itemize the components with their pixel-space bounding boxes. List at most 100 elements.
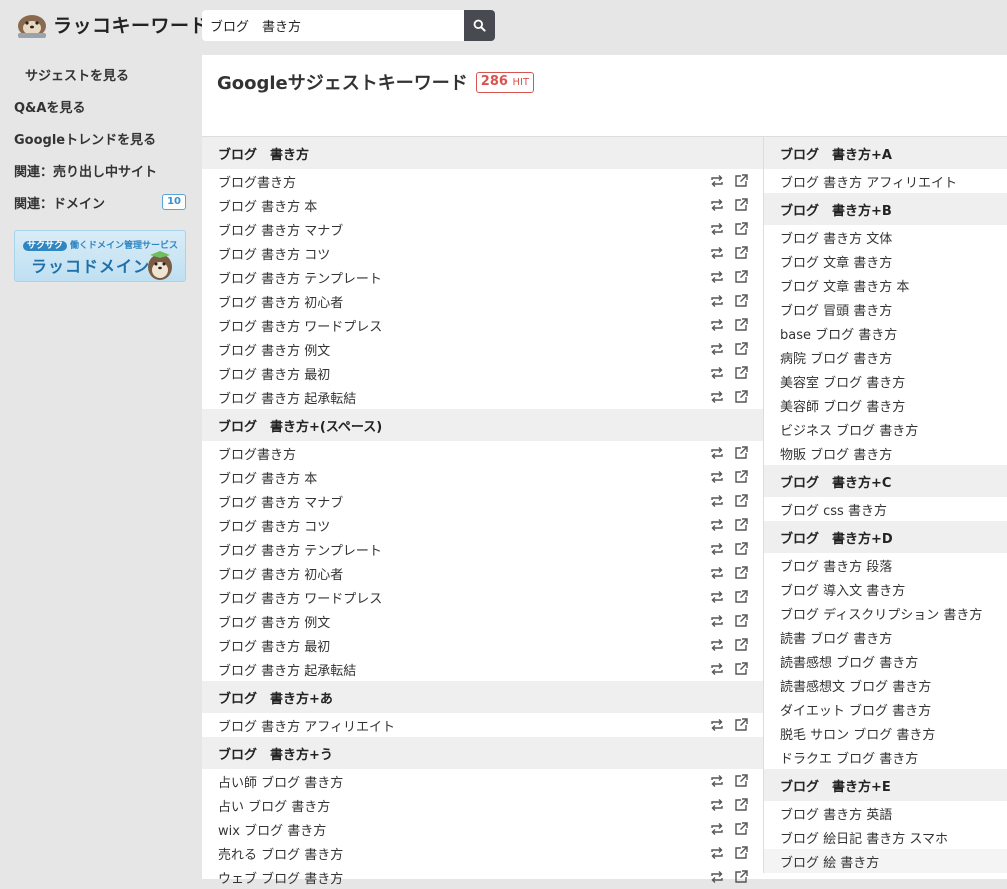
sidebar-item-domain[interactable]: 関連：ドメイン 10	[14, 186, 186, 218]
external-link-icon[interactable]	[733, 541, 749, 557]
sidebar-item-sites-for-sale[interactable]: 関連：売り出し中サイト	[14, 154, 186, 186]
suggest-keyword[interactable]: ブログ 書き方 起承転結	[218, 660, 356, 679]
repeat-search-icon[interactable]	[709, 661, 725, 677]
suggest-keyword[interactable]: 病院 ブログ 書き方	[780, 348, 892, 367]
suggest-keyword[interactable]: ブログ 書き方 ワードプレス	[218, 316, 382, 335]
rakko-domain-banner[interactable]: サクサク 働くドメイン管理サービス ラッコドメイン	[14, 230, 186, 282]
suggest-keyword[interactable]: ブログ 書き方 テンプレート	[218, 540, 382, 559]
suggest-keyword[interactable]: ブログ ディスクリプション 書き方	[780, 604, 982, 623]
external-link-icon[interactable]	[733, 869, 749, 885]
external-link-icon[interactable]	[733, 589, 749, 605]
suggest-keyword[interactable]: 売れる ブログ 書き方	[218, 844, 343, 863]
repeat-search-icon[interactable]	[709, 221, 725, 237]
suggest-keyword[interactable]: base ブログ 書き方	[780, 324, 897, 343]
suggest-keyword[interactable]: 物販 ブログ 書き方	[780, 444, 892, 463]
suggest-keyword[interactable]: ダイエット ブログ 書き方	[780, 700, 931, 719]
suggest-keyword[interactable]: 読書感想文 ブログ 書き方	[780, 676, 931, 695]
external-link-icon[interactable]	[733, 173, 749, 189]
suggest-keyword[interactable]: ブログ 書き方 初心者	[218, 292, 343, 311]
repeat-search-icon[interactable]	[709, 589, 725, 605]
repeat-search-icon[interactable]	[709, 773, 725, 789]
suggest-keyword[interactable]: 美容室 ブログ 書き方	[780, 372, 905, 391]
suggest-keyword[interactable]: ブログ 書き方 段落	[780, 556, 892, 575]
repeat-search-icon[interactable]	[709, 245, 725, 261]
external-link-icon[interactable]	[733, 565, 749, 581]
external-link-icon[interactable]	[733, 613, 749, 629]
suggest-keyword[interactable]: ドラクエ ブログ 書き方	[780, 748, 918, 767]
suggest-keyword[interactable]: ブログ 書き方 例文	[218, 340, 330, 359]
suggest-keyword[interactable]: ブログ 書き方 文体	[780, 228, 892, 247]
sidebar-item-suggest[interactable]: サジェストを見る	[14, 58, 186, 90]
suggest-keyword[interactable]: 脱毛 サロン ブログ 書き方	[780, 724, 935, 743]
repeat-search-icon[interactable]	[709, 541, 725, 557]
repeat-search-icon[interactable]	[709, 869, 725, 885]
repeat-search-icon[interactable]	[709, 517, 725, 533]
suggest-keyword[interactable]: ブログ書き方	[218, 172, 296, 191]
external-link-icon[interactable]	[733, 293, 749, 309]
external-link-icon[interactable]	[733, 365, 749, 381]
external-link-icon[interactable]	[733, 717, 749, 733]
repeat-search-icon[interactable]	[709, 293, 725, 309]
suggest-keyword[interactable]: 占い ブログ 書き方	[218, 796, 330, 815]
suggest-keyword[interactable]: ブログ 冒頭 書き方	[780, 300, 892, 319]
external-link-icon[interactable]	[733, 517, 749, 533]
external-link-icon[interactable]	[733, 845, 749, 861]
external-link-icon[interactable]	[733, 445, 749, 461]
suggest-keyword[interactable]: ブログ 書き方 英語	[780, 804, 892, 823]
repeat-search-icon[interactable]	[709, 341, 725, 357]
search-input[interactable]	[202, 10, 464, 41]
external-link-icon[interactable]	[733, 317, 749, 333]
suggest-keyword[interactable]: ブログ書き方	[218, 444, 296, 463]
repeat-search-icon[interactable]	[709, 797, 725, 813]
sidebar-item-qa[interactable]: Q&Aを見る	[14, 90, 186, 122]
suggest-keyword[interactable]: 読書 ブログ 書き方	[780, 628, 892, 647]
repeat-search-icon[interactable]	[709, 469, 725, 485]
suggest-keyword[interactable]: 美容師 ブログ 書き方	[780, 396, 905, 415]
external-link-icon[interactable]	[733, 493, 749, 509]
repeat-search-icon[interactable]	[709, 565, 725, 581]
external-link-icon[interactable]	[733, 269, 749, 285]
suggest-keyword[interactable]: 読書感想 ブログ 書き方	[780, 652, 918, 671]
external-link-icon[interactable]	[733, 821, 749, 837]
suggest-keyword[interactable]: ブログ 書き方 ワードプレス	[218, 588, 382, 607]
repeat-search-icon[interactable]	[709, 197, 725, 213]
repeat-search-icon[interactable]	[709, 821, 725, 837]
suggest-keyword[interactable]: ブログ 書き方 マナブ	[218, 492, 343, 511]
external-link-icon[interactable]	[733, 197, 749, 213]
suggest-keyword[interactable]: ビジネス ブログ 書き方	[780, 420, 918, 439]
repeat-search-icon[interactable]	[709, 317, 725, 333]
suggest-keyword[interactable]: ブログ 導入文 書き方	[780, 580, 905, 599]
search-button[interactable]	[464, 10, 495, 41]
repeat-search-icon[interactable]	[709, 845, 725, 861]
external-link-icon[interactable]	[733, 245, 749, 261]
suggest-keyword[interactable]: ブログ 書き方 例文	[218, 612, 330, 631]
external-link-icon[interactable]	[733, 661, 749, 677]
suggest-keyword[interactable]: ブログ 書き方 アフィリエイト	[218, 716, 395, 735]
suggest-keyword[interactable]: ブログ 絵 書き方	[780, 852, 879, 871]
suggest-keyword[interactable]: wix ブログ 書き方	[218, 820, 326, 839]
suggest-keyword[interactable]: ウェブ ブログ 書き方	[218, 868, 343, 887]
suggest-keyword[interactable]: ブログ 絵日記 書き方 スマホ	[780, 828, 948, 847]
external-link-icon[interactable]	[733, 637, 749, 653]
external-link-icon[interactable]	[733, 341, 749, 357]
suggest-keyword[interactable]: ブログ 書き方 最初	[218, 364, 330, 383]
suggest-keyword[interactable]: ブログ 書き方 最初	[218, 636, 330, 655]
suggest-keyword[interactable]: 占い師 ブログ 書き方	[218, 772, 343, 791]
suggest-keyword[interactable]: ブログ 書き方 起承転結	[218, 388, 356, 407]
repeat-search-icon[interactable]	[709, 445, 725, 461]
repeat-search-icon[interactable]	[709, 717, 725, 733]
external-link-icon[interactable]	[733, 797, 749, 813]
suggest-keyword[interactable]: ブログ css 書き方	[780, 500, 887, 519]
external-link-icon[interactable]	[733, 773, 749, 789]
suggest-keyword[interactable]: ブログ 書き方 本	[218, 196, 317, 215]
suggest-keyword[interactable]: ブログ 書き方 コツ	[218, 244, 330, 263]
suggest-keyword[interactable]: ブログ 文章 書き方 本	[780, 276, 909, 295]
repeat-search-icon[interactable]	[709, 269, 725, 285]
suggest-keyword[interactable]: ブログ 書き方 コツ	[218, 516, 330, 535]
repeat-search-icon[interactable]	[709, 173, 725, 189]
external-link-icon[interactable]	[733, 221, 749, 237]
logo[interactable]: ラッコキーワード	[14, 8, 209, 40]
suggest-keyword[interactable]: ブログ 書き方 初心者	[218, 564, 343, 583]
external-link-icon[interactable]	[733, 389, 749, 405]
repeat-search-icon[interactable]	[709, 389, 725, 405]
